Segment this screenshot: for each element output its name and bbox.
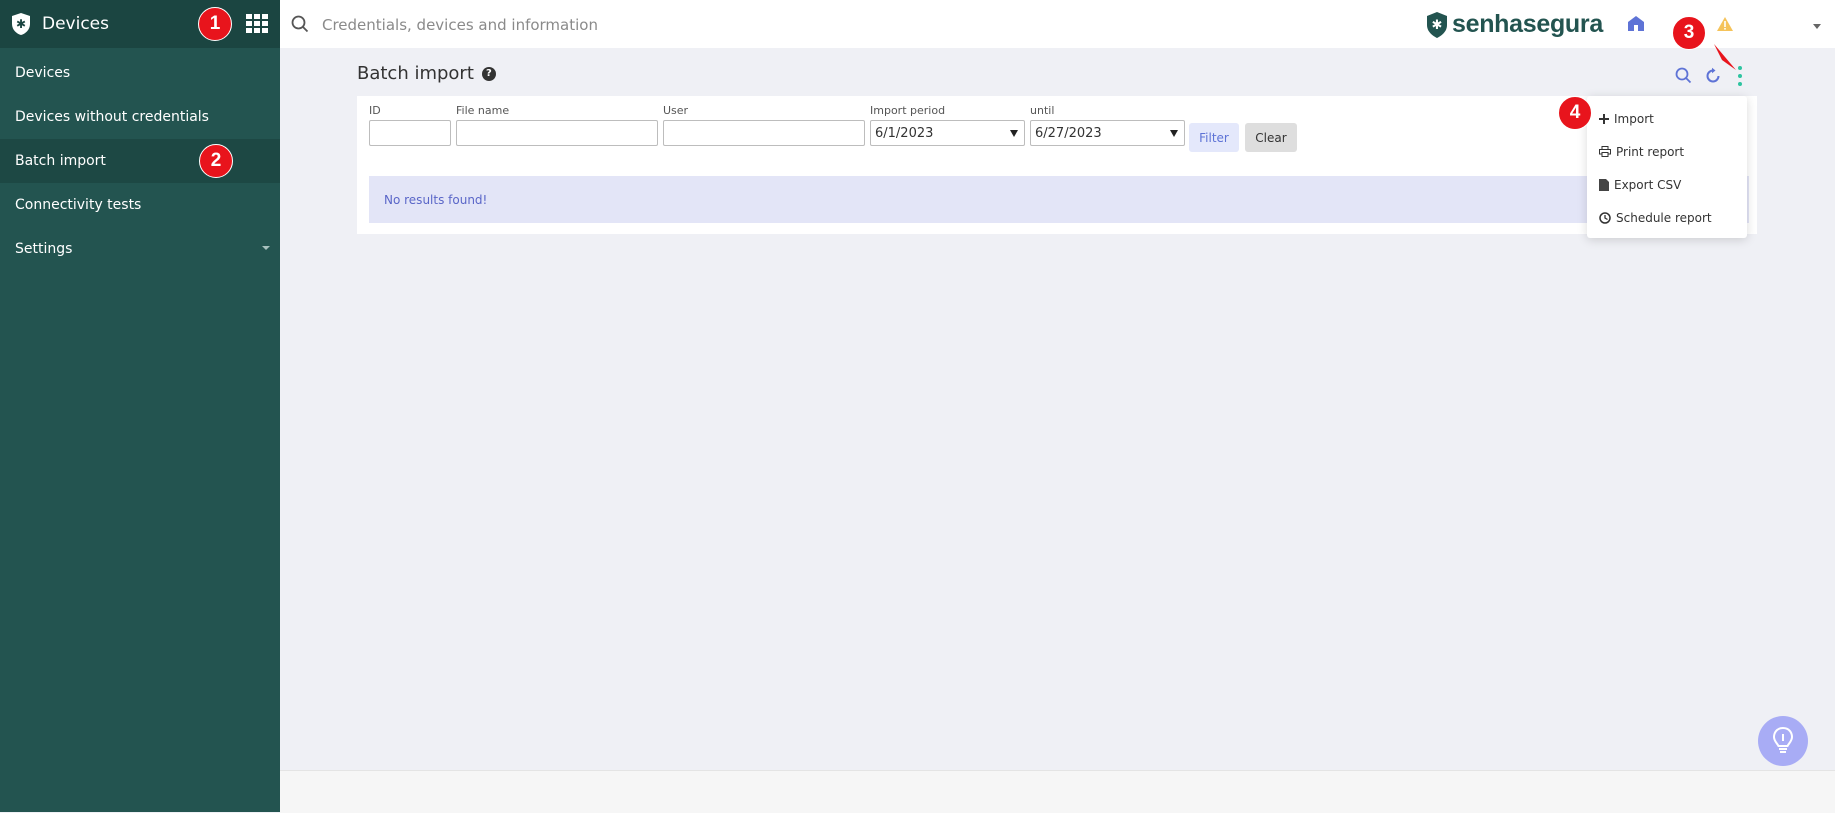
period-from-select[interactable]: 6/1/2023 [870, 120, 1025, 146]
sidebar-item-settings[interactable]: Settings [0, 227, 280, 271]
print-icon [1599, 146, 1611, 157]
brand-logo: ✱ senhasegura [1425, 10, 1603, 39]
more-options-menu: Import Print report Export CSV Schedule … [1587, 96, 1747, 238]
sidebar-header: ✱ Devices [0, 0, 280, 48]
menu-item-schedule-report[interactable]: Schedule report [1587, 201, 1747, 234]
annotation-marker-4: 4 [1558, 96, 1592, 130]
top-bar: ✱ senhasegura [280, 0, 1835, 48]
sidebar-item-devices-without-credentials[interactable]: Devices without credentials [0, 95, 280, 139]
sidebar-item-label: Connectivity tests [15, 197, 142, 213]
filter-file-name-label: File name [456, 104, 510, 117]
file-icon [1599, 178, 1609, 191]
filter-user-input[interactable] [663, 120, 865, 146]
filter-file-name-input[interactable] [456, 120, 658, 146]
annotation-pointer-icon [1714, 44, 1736, 70]
sidebar-item-label: Settings [15, 241, 73, 257]
menu-item-label: Print report [1616, 144, 1685, 159]
sidebar-item-connectivity-tests[interactable]: Connectivity tests [0, 183, 280, 227]
sidebar-item-batch-import[interactable]: Batch import [0, 139, 280, 183]
sidebar-item-devices[interactable]: Devices [0, 51, 280, 95]
sidebar-item-label: Batch import [15, 153, 106, 169]
page-title: Batch import ? [357, 63, 496, 84]
clear-button[interactable]: Clear [1245, 123, 1297, 152]
help-question-icon[interactable]: ? [481, 66, 496, 81]
page-title-text: Batch import [357, 63, 474, 84]
menu-item-label: Schedule report [1616, 210, 1712, 225]
filter-until-label: until [1030, 104, 1055, 117]
filter-button[interactable]: Filter [1189, 123, 1239, 152]
warning-icon[interactable] [1716, 16, 1734, 36]
toolbar-search-icon[interactable] [1675, 67, 1692, 88]
filter-id-group: ID [369, 104, 451, 146]
annotation-marker-3: 3 [1672, 16, 1706, 50]
period-to-select[interactable]: 6/27/2023 [1030, 120, 1185, 146]
clock-icon [1599, 211, 1611, 224]
filter-file-name-group: File name [456, 104, 658, 146]
filter-user-label: User [663, 104, 689, 117]
user-menu-chevron-icon[interactable] [1813, 24, 1821, 29]
sidebar-item-label: Devices without credentials [15, 109, 209, 125]
lightbulb-icon [1772, 726, 1794, 753]
filter-card: ID File name User Import period 6/1/2023… [357, 96, 1757, 234]
period-from-value: 6/1/2023 [875, 125, 934, 141]
plus-icon [1599, 113, 1609, 124]
menu-item-label: Import [1614, 111, 1654, 126]
tips-button[interactable] [1758, 716, 1808, 766]
more-options-kebab-icon[interactable] [1738, 66, 1742, 86]
period-to-value: 6/27/2023 [1035, 125, 1102, 141]
menu-item-print-report[interactable]: Print report [1587, 135, 1747, 168]
chevron-down-icon [262, 246, 270, 250]
filter-user-group: User [663, 104, 865, 146]
dropdown-arrow-icon [1170, 130, 1178, 137]
sidebar-title: Devices [42, 14, 109, 34]
filter-period-to-group: until 6/27/2023 [1030, 104, 1185, 146]
brand-name: senhasegura [1452, 10, 1603, 38]
menu-item-label: Export CSV [1614, 177, 1682, 192]
main-footer [280, 770, 1835, 813]
filter-period-label: Import period [870, 104, 946, 117]
sidebar-item-label: Devices [15, 65, 71, 81]
no-results-alert: No results found! [369, 176, 1749, 223]
dropdown-arrow-icon [1010, 130, 1018, 137]
menu-item-import[interactable]: Import [1587, 102, 1747, 135]
svg-text:✱: ✱ [16, 17, 26, 31]
sidebar: ✱ Devices Devices Devices without creden… [0, 0, 280, 812]
brand-shield-icon: ✱ [1427, 11, 1447, 38]
filter-period-from-group: Import period 6/1/2023 [870, 104, 1025, 146]
svg-text:✱: ✱ [1432, 18, 1443, 33]
filter-id-label: ID [369, 104, 381, 117]
search-icon [291, 15, 309, 37]
annotation-marker-2: 2 [199, 144, 233, 178]
shield-logo-icon: ✱ [10, 12, 32, 36]
app-grid-icon[interactable] [246, 14, 268, 34]
global-search-input[interactable] [320, 10, 824, 40]
home-icon[interactable] [1627, 15, 1645, 36]
annotation-marker-1: 1 [198, 7, 232, 41]
menu-item-export-csv[interactable]: Export CSV [1587, 168, 1747, 201]
filter-id-input[interactable] [369, 120, 451, 146]
